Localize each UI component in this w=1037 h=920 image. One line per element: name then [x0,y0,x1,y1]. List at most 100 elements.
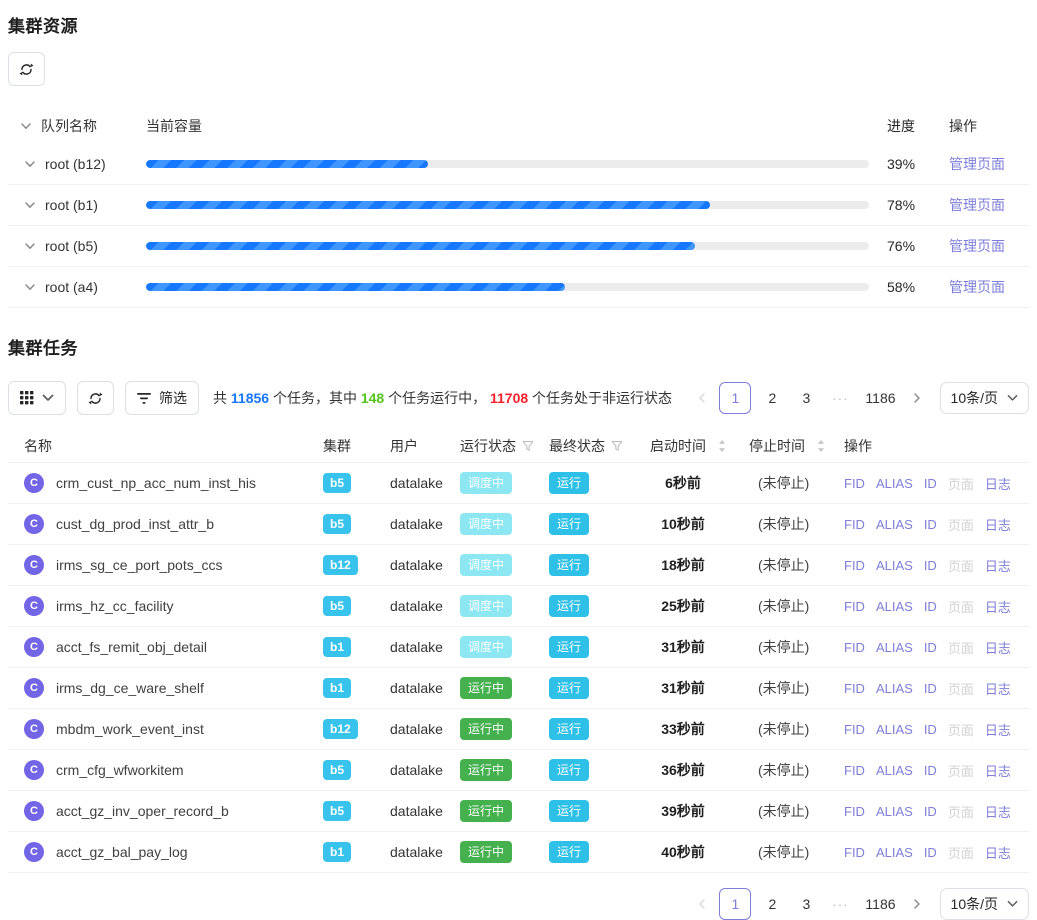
page-ellipsis[interactable]: ··· [827,382,853,414]
task-name: acct_fs_remit_obj_detail [56,639,207,655]
task-avatar: C [24,678,44,698]
sort-carets-icon[interactable] [817,440,825,452]
page-1-button[interactable]: 1 [719,888,751,920]
chevron-down-icon [1007,900,1018,908]
cluster-badge: b12 [323,555,358,575]
alias-link[interactable]: ALIAS [876,722,913,737]
log-link[interactable]: 日志 [985,843,1011,862]
page-size-select[interactable]: 10条/页 [940,382,1029,414]
log-link[interactable]: 日志 [985,679,1011,698]
fid-link[interactable]: FID [844,804,865,819]
filter-button[interactable]: 筛选 [125,381,199,415]
id-link[interactable]: ID [924,804,937,819]
alias-link[interactable]: ALIAS [876,476,913,491]
task-name: irms_hz_cc_facility [56,598,173,614]
page-ellipsis[interactable]: ··· [827,888,853,920]
fid-link[interactable]: FID [844,681,865,696]
task-row: C acct_fs_remit_obj_detail b1 datalake 调… [8,627,1029,668]
funnel-filter-icon[interactable] [522,440,534,452]
alias-link[interactable]: ALIAS [876,599,913,614]
last-page-button[interactable]: 1186 [861,382,899,414]
progress-header: 进度 [877,116,937,136]
expand-row-chevron-icon[interactable] [24,158,36,170]
log-link[interactable]: 日志 [985,474,1011,493]
id-link[interactable]: ID [924,517,937,532]
alias-link[interactable]: ALIAS [876,640,913,655]
alias-link[interactable]: ALIAS [876,681,913,696]
log-link[interactable]: 日志 [985,597,1011,616]
last-page-button[interactable]: 1186 [861,888,899,920]
columns-dropdown-button[interactable] [8,381,66,415]
expand-row-chevron-icon[interactable] [24,199,36,211]
expand-row-chevron-icon[interactable] [24,240,36,252]
fid-link[interactable]: FID [844,845,865,860]
progress-percent: 76% [877,238,937,254]
log-link[interactable]: 日志 [985,720,1011,739]
queue-name: root (b5) [45,238,98,254]
alias-link[interactable]: ALIAS [876,804,913,819]
id-link[interactable]: ID [924,558,937,573]
manage-page-link[interactable]: 管理页面 [949,156,1005,172]
log-link[interactable]: 日志 [985,515,1011,534]
fid-link[interactable]: FID [844,599,865,614]
fid-link[interactable]: FID [844,763,865,778]
log-link[interactable]: 日志 [985,556,1011,575]
task-user: datalake [390,680,460,696]
prev-page-button[interactable] [693,898,711,910]
next-page-button[interactable] [908,898,926,910]
page-link-disabled: 页面 [948,556,974,575]
resources-table: 队列名称 当前容量 进度 操作 root (b12) 39% 管理页面 root… [8,108,1029,308]
start-time: 31秒前 [640,637,740,657]
cluster-badge: b5 [323,473,351,493]
funnel-filter-icon[interactable] [611,440,623,452]
task-name: irms_sg_ce_port_pots_ccs [56,557,223,573]
id-link[interactable]: ID [924,476,937,491]
page-link-disabled: 页面 [948,761,974,780]
page-size-select[interactable]: 10条/页 [940,888,1029,920]
page-3-button[interactable]: 3 [793,382,819,414]
refresh-icon [19,62,34,77]
manage-page-link[interactable]: 管理页面 [949,238,1005,254]
manage-page-link[interactable]: 管理页面 [949,279,1005,295]
prev-page-button[interactable] [693,392,711,404]
resources-title: 集群资源 [8,12,1029,37]
id-link[interactable]: ID [924,722,937,737]
task-row: C acct_gz_bal_pay_log b1 datalake 运行中 运行… [8,832,1029,873]
chevron-left-icon [697,392,707,404]
id-link[interactable]: ID [924,640,937,655]
expand-all-chevron-icon[interactable] [20,120,32,132]
page-2-button[interactable]: 2 [759,888,785,920]
resource-actions-header: 操作 [937,116,1029,136]
alias-link[interactable]: ALIAS [876,763,913,778]
id-link[interactable]: ID [924,763,937,778]
log-link[interactable]: 日志 [985,638,1011,657]
page-3-button[interactable]: 3 [793,888,819,920]
final-status-badge: 运行 [549,472,589,494]
log-link[interactable]: 日志 [985,761,1011,780]
chevron-right-icon [912,898,922,910]
manage-page-link[interactable]: 管理页面 [949,197,1005,213]
alias-link[interactable]: ALIAS [876,558,913,573]
task-avatar: C [24,555,44,575]
fid-link[interactable]: FID [844,476,865,491]
queue-name-header: 队列名称 [41,116,97,136]
fid-link[interactable]: FID [844,558,865,573]
page-link-disabled: 页面 [948,843,974,862]
sort-carets-icon[interactable] [718,440,726,452]
alias-link[interactable]: ALIAS [876,517,913,532]
task-name: mbdm_work_event_inst [56,721,204,737]
expand-row-chevron-icon[interactable] [24,281,36,293]
fid-link[interactable]: FID [844,517,865,532]
next-page-button[interactable] [908,392,926,404]
page-2-button[interactable]: 2 [759,382,785,414]
resources-refresh-button[interactable] [8,52,45,86]
alias-link[interactable]: ALIAS [876,845,913,860]
fid-link[interactable]: FID [844,722,865,737]
fid-link[interactable]: FID [844,640,865,655]
id-link[interactable]: ID [924,681,937,696]
id-link[interactable]: ID [924,845,937,860]
page-1-button[interactable]: 1 [719,382,751,414]
log-link[interactable]: 日志 [985,802,1011,821]
id-link[interactable]: ID [924,599,937,614]
tasks-refresh-button[interactable] [77,381,114,415]
